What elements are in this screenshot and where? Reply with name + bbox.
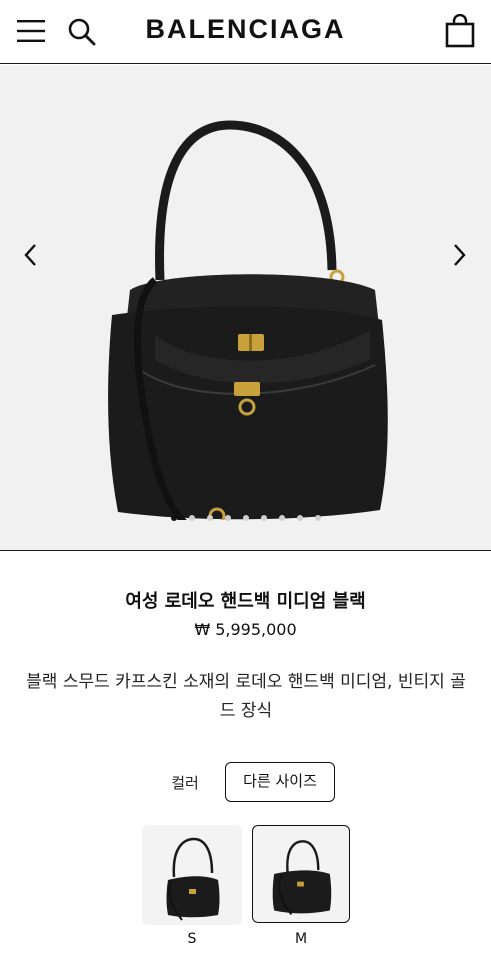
brand-logo[interactable]: BALENCIAGA xyxy=(0,14,491,45)
variant-s-label: S xyxy=(187,931,197,947)
variant-m-label: M xyxy=(294,931,308,947)
gallery-dot[interactable] xyxy=(260,515,267,521)
gallery-dot[interactable] xyxy=(188,515,195,521)
top-header: BALENCIAGA xyxy=(0,0,491,64)
variant-m-image xyxy=(272,840,332,915)
shopping-bag-icon[interactable] xyxy=(444,14,476,48)
variant-m-thumbnail[interactable] xyxy=(252,825,350,923)
other-size-button[interactable]: 다른 사이즈 xyxy=(225,762,335,802)
variant-s-image xyxy=(166,837,220,921)
product-description: 블랙 스무드 카프스킨 소재의 로데오 핸드백 미디엄, 빈티지 골드 장식 xyxy=(26,672,466,721)
product-image-gallery[interactable] xyxy=(0,65,491,551)
variant-s-thumbnail[interactable] xyxy=(142,825,242,925)
product-title: 여성 로데오 핸드백 미디엄 블랙 xyxy=(125,591,366,612)
gallery-dot[interactable] xyxy=(206,515,213,521)
gallery-dot[interactable] xyxy=(224,515,231,521)
gallery-dot[interactable] xyxy=(296,515,303,521)
gallery-dot[interactable] xyxy=(314,515,321,521)
gallery-dot[interactable] xyxy=(278,515,285,521)
gallery-dot[interactable] xyxy=(242,515,249,521)
gallery-dot[interactable] xyxy=(170,515,177,521)
gallery-pagination xyxy=(0,515,491,521)
product-price: ₩ 5,995,000 xyxy=(194,620,297,639)
color-label: 컬러 xyxy=(171,774,199,792)
chevron-left-icon[interactable] xyxy=(20,240,40,270)
chevron-right-icon[interactable] xyxy=(450,240,470,270)
product-image xyxy=(108,120,388,520)
